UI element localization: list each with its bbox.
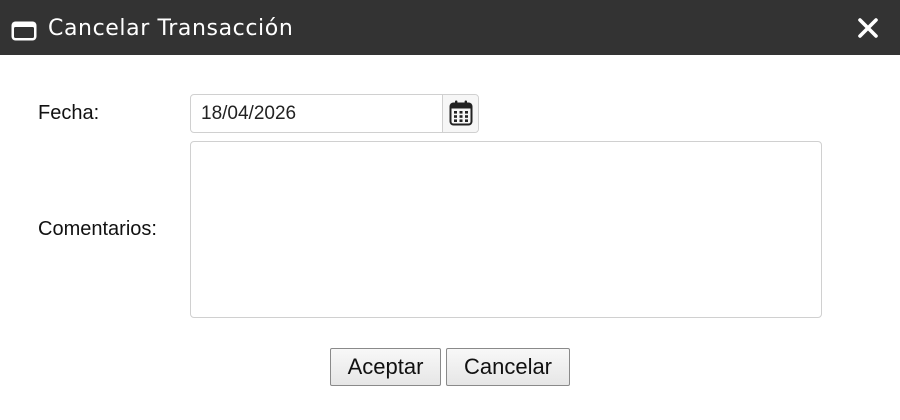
date-field-group — [190, 94, 479, 133]
accept-button[interactable]: Aceptar — [330, 348, 441, 386]
calendar-icon — [449, 100, 473, 126]
close-icon[interactable] — [852, 12, 884, 44]
comments-textarea[interactable] — [190, 141, 822, 318]
dialog-titlebar: Cancelar Transacción — [0, 0, 900, 55]
cancel-button[interactable]: Cancelar — [446, 348, 570, 386]
comments-label: Comentarios: — [38, 218, 157, 240]
dialog-title: Cancelar Transacción — [48, 16, 294, 41]
date-label: Fecha: — [38, 102, 100, 124]
window-icon — [10, 20, 38, 42]
cancel-transaction-dialog: Cancelar Transacción Fecha: 18/04/2026 C… — [0, 0, 900, 420]
calendar-button[interactable] — [442, 95, 478, 132]
date-input[interactable] — [191, 95, 443, 132]
